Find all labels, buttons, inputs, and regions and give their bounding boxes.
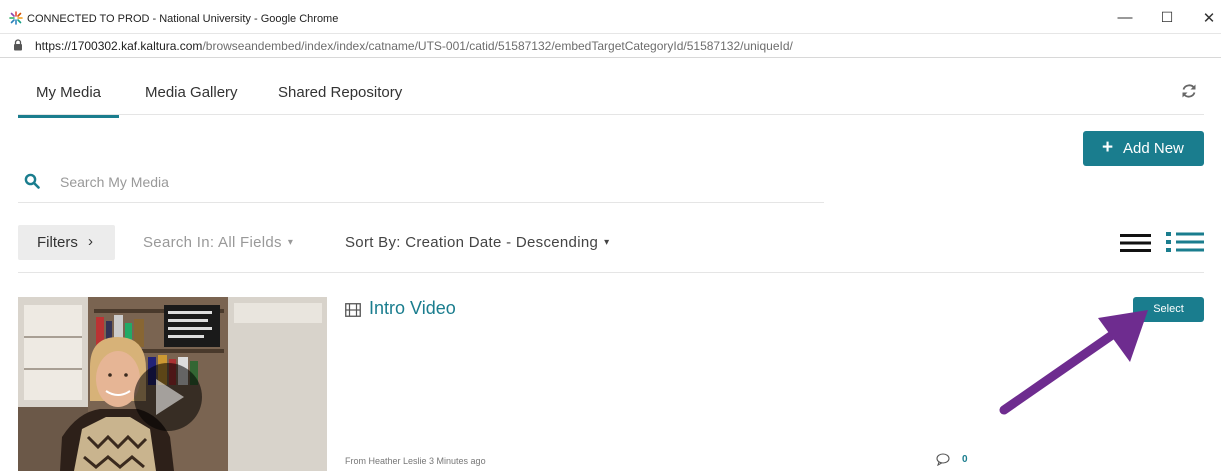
chevron-right-icon: › <box>88 233 93 250</box>
url-text[interactable]: https://1700302.kaf.kaltura.com/browsean… <box>35 39 793 53</box>
compact-list-view-icon[interactable] <box>1120 233 1151 253</box>
sort-by-dropdown[interactable]: Sort By: Creation Date - Descending ▾ <box>345 234 609 251</box>
media-tabs: My Media Media Gallery Shared Repository <box>17 74 1204 118</box>
video-thumbnail[interactable] <box>18 297 327 471</box>
address-bar[interactable]: https://1700302.kaf.kaltura.com/browsean… <box>0 34 1221 58</box>
filters-label: Filters <box>37 234 78 251</box>
browser-title-bar: CONNECTED TO PROD - National University … <box>0 0 1221 34</box>
media-title-link[interactable]: Intro Video <box>345 298 456 319</box>
maximize-icon[interactable]: ☐ <box>1155 9 1179 26</box>
media-owner-text: From Heather Leslie 3 Minutes ago <box>345 456 486 466</box>
search-in-dropdown[interactable]: Search In: All Fields ▾ <box>143 234 293 251</box>
comment-count-value: 0 <box>962 454 968 465</box>
minimize-icon[interactable]: — <box>1113 9 1137 26</box>
search-bar <box>18 162 824 203</box>
url-path: /browseandembed/index/index/catname/UTS-… <box>202 39 793 53</box>
chevron-down-icon: ▾ <box>604 237 610 248</box>
tab-shared-repository[interactable]: Shared Repository <box>278 84 402 101</box>
comment-icon <box>936 453 950 466</box>
chevron-down-icon: ▾ <box>287 237 294 248</box>
search-in-label: Search In: All Fields <box>143 234 282 251</box>
search-icon[interactable] <box>24 173 40 189</box>
sort-by-label: Sort By: Creation Date - Descending <box>345 234 599 251</box>
kaltura-logo-icon <box>9 11 23 25</box>
add-new-button[interactable]: + Add New <box>1083 131 1204 166</box>
thumbnail-image <box>18 297 327 471</box>
window-title: CONNECTED TO PROD - National University … <box>27 13 339 25</box>
media-title-text: Intro Video <box>369 298 456 318</box>
lock-icon <box>14 39 22 51</box>
filter-bar: Filters › Search In: All Fields ▾ Sort By… <box>18 225 1204 273</box>
refresh-icon[interactable] <box>1180 82 1198 100</box>
add-new-label: Add New <box>1123 140 1184 157</box>
url-host: https://1700302.kaf.kaltura.com <box>35 39 203 53</box>
plus-icon: + <box>1102 137 1114 158</box>
search-input[interactable] <box>60 171 760 193</box>
filters-button[interactable]: Filters › <box>18 225 115 260</box>
close-icon[interactable]: ✕ <box>1197 9 1221 27</box>
tab-media-gallery[interactable]: Media Gallery <box>145 84 238 101</box>
tab-my-media[interactable]: My Media <box>17 84 120 118</box>
annotation-arrow-icon <box>999 310 1148 415</box>
detailed-list-view-icon[interactable] <box>1166 231 1204 253</box>
